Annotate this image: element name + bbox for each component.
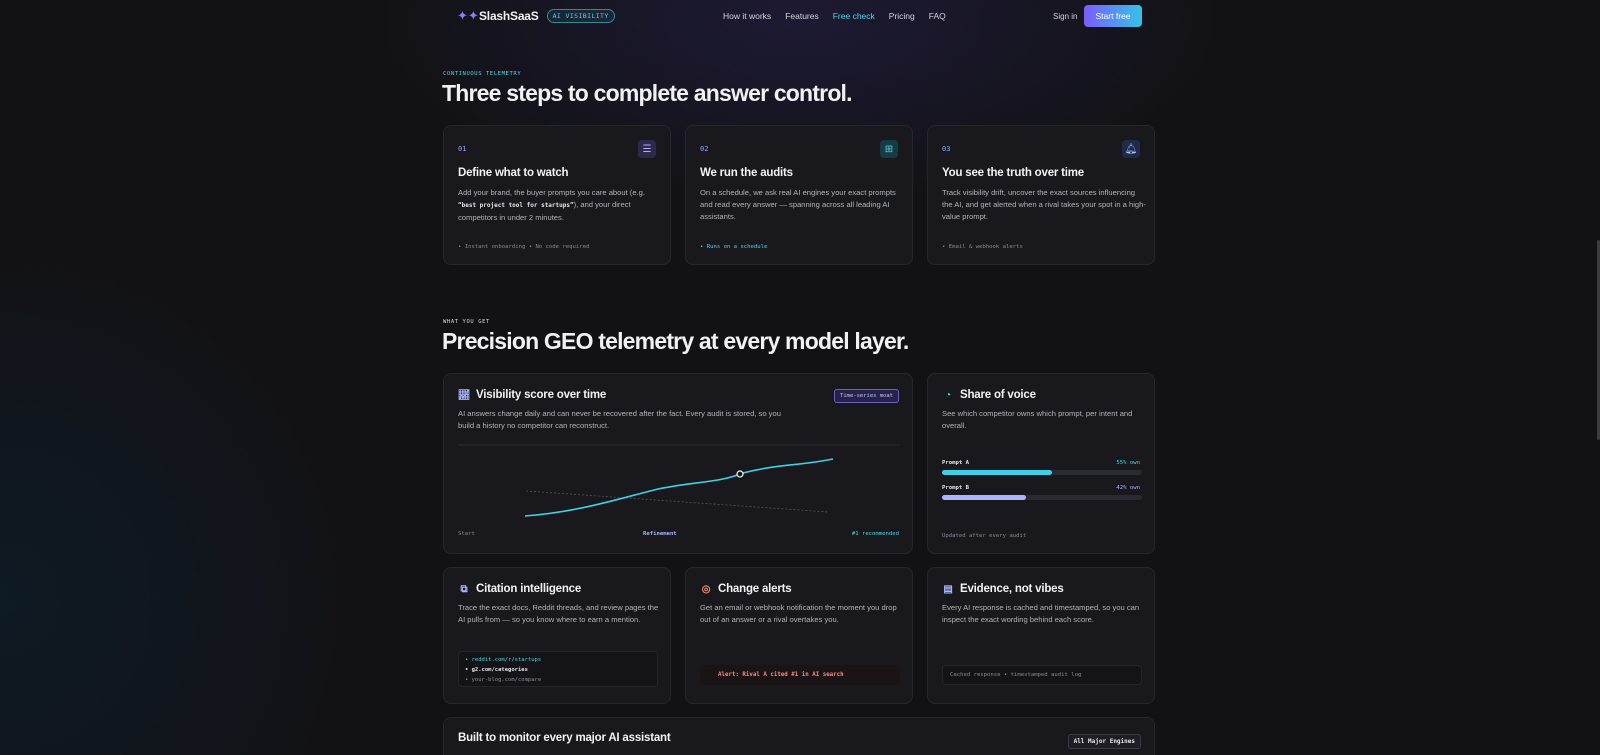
audit-log-text: Cached response • timestamped audit log xyxy=(950,672,1082,678)
step-title: We run the audits xyxy=(700,167,793,179)
features-eyebrow: WHAT YOU GET xyxy=(443,319,490,325)
alerts-body: Get an email or webhook notification the… xyxy=(700,603,897,624)
start-free-button[interactable]: Start free xyxy=(1084,5,1142,27)
visibility-card: 📈︎ Visibility score over time Time-serie… xyxy=(443,373,913,554)
share-body: See which competitor owns which prompt, … xyxy=(942,409,1133,430)
nav-link-how-it-works[interactable]: How it works xyxy=(723,11,771,21)
step-title: You see the truth over time xyxy=(942,167,1084,179)
visibility-chart xyxy=(458,444,900,517)
citation-body: Trace the exact docs, Reddit threads, an… xyxy=(458,603,659,624)
visibility-body: AI answers change daily and can never be… xyxy=(458,409,781,430)
steps-heading: Three steps to complete answer control. xyxy=(442,80,853,106)
sparkle-logo-icon: ✦✦ xyxy=(457,8,479,23)
visibility-title: 📈︎ Visibility score over time xyxy=(457,389,607,401)
step-card-1: 01 ☰ Define what to watch Add your brand… xyxy=(443,125,671,265)
alerts-card: ◎ Change alerts Get an email or webhook … xyxy=(685,567,913,704)
sign-in-link[interactable]: Sign in xyxy=(1053,12,1077,21)
share-footnote: Updated after every audit xyxy=(942,533,1027,539)
source-list: • reddit.com/r/startups • g2.com/categor… xyxy=(458,651,658,687)
chart-label-start: Start xyxy=(458,531,475,537)
bell-icon: 🔔︎ xyxy=(1122,140,1140,158)
nav-links: How it works Features Free check Pricing… xyxy=(723,11,946,21)
nav-link-faq[interactable]: FAQ xyxy=(929,11,946,21)
share-of-voice-card: ◔ Share of voice See which competitor ow… xyxy=(927,373,1155,554)
bar-label: Prompt B xyxy=(942,485,969,491)
step-body: On a schedule, we ask real AI engines yo… xyxy=(700,188,896,221)
step-number: 03 xyxy=(942,145,951,153)
bar-value: 55% own xyxy=(1116,460,1140,466)
evidence-title: ▤ Evidence, not vibes xyxy=(943,583,1064,595)
target-icon: ◎ xyxy=(701,583,711,595)
step-body: Track visibility drift, uncover the exac… xyxy=(942,188,1146,221)
chart-label-end: #1 recommended xyxy=(851,531,899,537)
step-number: 01 xyxy=(458,145,467,153)
nav-link-features[interactable]: Features xyxy=(785,11,819,21)
nodes-icon: ⧉ xyxy=(460,583,468,595)
steps-eyebrow: CONTINUOUS TELEMETRY xyxy=(443,71,522,77)
trend-line-icon: 📈︎ xyxy=(457,389,471,401)
citation-card: ⧉ Citation intelligence Trace the exact … xyxy=(443,567,671,704)
brand-badge: AI VISIBILITY xyxy=(546,9,615,23)
step-title: Define what to watch xyxy=(458,167,569,179)
step-footnote: • Email & webhook alerts xyxy=(942,244,1023,250)
step-card-2: 02 ⊞ We run the audits On a schedule, we… xyxy=(685,125,913,265)
pie-chart-icon: ◔ xyxy=(945,389,951,401)
step-card-3: 03 🔔︎ You see the truth over time Track … xyxy=(927,125,1155,265)
top-nav: ✦✦ SlashSaaS AI VISIBILITY How it works … xyxy=(0,0,1600,34)
chart-label-refinement: Refinement xyxy=(643,531,677,537)
evidence-body: Every AI response is cached and timestam… xyxy=(942,603,1140,624)
document-icon: ▤ xyxy=(943,583,953,595)
robot-icon: ⊞ xyxy=(880,140,898,158)
features-heading: Precision GEO telemetry at every model l… xyxy=(442,328,909,354)
assistants-title: Built to monitor every major AI assistan… xyxy=(458,732,671,744)
share-bar-a xyxy=(942,470,1142,475)
source-item[interactable]: • reddit.com/r/startups xyxy=(465,655,651,665)
nav-link-pricing[interactable]: Pricing xyxy=(889,11,915,21)
step-footnote: • Runs on a schedule xyxy=(700,244,768,250)
alert-message: Alert: Rival A cited #1 in AI search xyxy=(718,672,844,678)
time-series-badge: Time-series moat xyxy=(834,389,899,403)
source-item[interactable]: • g2.com/categories xyxy=(465,665,651,675)
share-bar-b xyxy=(942,495,1142,500)
citation-title: ⧉ Citation intelligence xyxy=(458,583,582,595)
all-engines-badge: All Major Engines xyxy=(1067,734,1141,749)
alert-box: Alert: Rival A cited #1 in AI search xyxy=(700,665,900,685)
evidence-card: ▤ Evidence, not vibes Every AI response … xyxy=(927,567,1155,704)
brand[interactable]: ✦✦ SlashSaaS AI VISIBILITY xyxy=(457,8,615,24)
step-footnote: • Instant onboarding • No code required xyxy=(458,244,590,250)
nav-link-free-check[interactable]: Free check xyxy=(833,11,875,21)
bar-label: Prompt A xyxy=(942,460,969,466)
brand-name: SlashSaaS xyxy=(479,9,539,23)
step-number: 02 xyxy=(700,145,709,153)
step-body: Add your brand, the buyer prompts you ca… xyxy=(458,188,645,222)
sliders-icon: ☰ xyxy=(638,140,656,158)
bar-value: 42% own xyxy=(1116,485,1140,491)
assistants-card: Built to monitor every major AI assistan… xyxy=(443,717,1155,755)
share-title: ◔ Share of voice xyxy=(942,389,1036,401)
alerts-title: ◎ Change alerts xyxy=(701,583,792,595)
audit-log-box: Cached response • timestamped audit log xyxy=(942,665,1142,685)
source-item[interactable]: • your-blog.com/compare xyxy=(465,675,651,685)
